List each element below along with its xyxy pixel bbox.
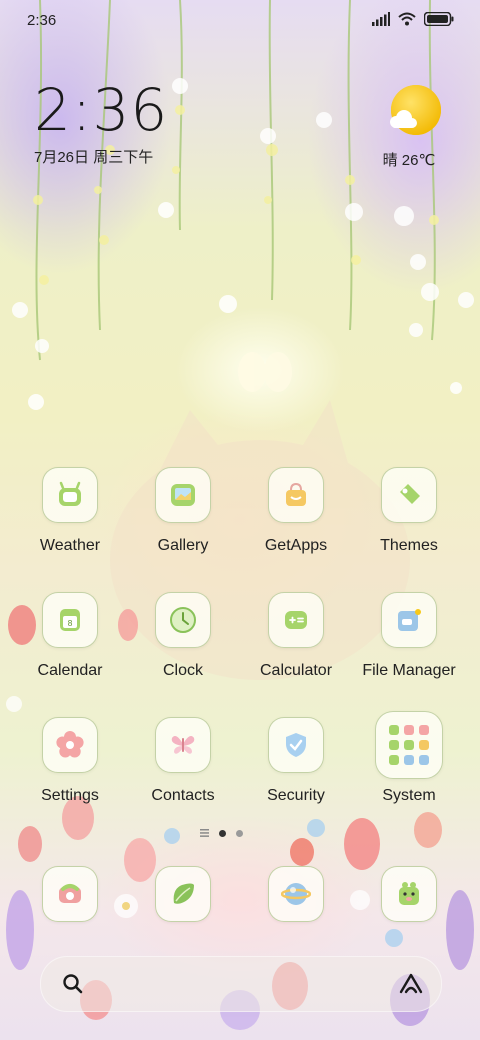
- app-label: Calculator: [259, 662, 333, 679]
- camera-icon: [399, 882, 419, 905]
- search-bar[interactable]: [40, 956, 442, 1012]
- app-label: File Manager: [362, 662, 456, 679]
- app-getapps[interactable]: GetApps: [240, 467, 352, 555]
- app-label: Calendar: [37, 662, 103, 679]
- settings-icon: [56, 731, 84, 758]
- app-weather[interactable]: Weather: [14, 467, 126, 555]
- weather-icon: [59, 481, 81, 506]
- app-label: Clock: [162, 662, 203, 679]
- clock-widget-date: 7月26日 周三下午: [34, 149, 154, 166]
- assistant-icon[interactable]: [397, 970, 425, 998]
- getapps-icon: [286, 482, 306, 506]
- app-label: Settings: [41, 787, 99, 804]
- clock-widget-time: 2:36: [34, 76, 169, 144]
- app-clock[interactable]: Clock: [127, 592, 239, 680]
- dock-camera[interactable]: [353, 866, 465, 922]
- app-file-manager[interactable]: File Manager: [353, 592, 465, 680]
- weather-text: 晴 26℃: [382, 152, 436, 169]
- app-themes[interactable]: Themes: [353, 467, 465, 555]
- app-label: GetApps: [264, 537, 328, 554]
- app-label: Contacts: [151, 787, 215, 804]
- search-icon[interactable]: [61, 972, 85, 996]
- calendar-day: 8: [67, 619, 72, 628]
- app-label: Security: [267, 787, 325, 804]
- calculator-icon: [285, 611, 307, 629]
- dock-browser[interactable]: [240, 866, 352, 922]
- system-folder-icon: [389, 725, 429, 765]
- page-indicator[interactable]: [200, 829, 243, 837]
- app-label: Themes: [380, 537, 438, 554]
- status-bar: 2:36: [0, 0, 480, 42]
- app-calculator[interactable]: Calculator: [240, 592, 352, 680]
- gallery-icon: [171, 484, 195, 506]
- app-label: Weather: [39, 537, 101, 554]
- messages-icon: [173, 883, 194, 904]
- battery-icon: [424, 12, 454, 26]
- browser-icon: [281, 883, 311, 905]
- clock-icon: [170, 607, 196, 633]
- status-time: 2:36: [27, 12, 57, 29]
- app-system-folder[interactable]: System: [353, 711, 465, 805]
- signal-icon: [372, 12, 390, 26]
- security-icon: [286, 733, 306, 757]
- all-pages-icon: [200, 829, 209, 837]
- dock-phone[interactable]: [14, 866, 126, 922]
- calendar-icon: 8: [60, 609, 80, 631]
- file-manager-icon: [398, 609, 421, 631]
- weather-widget[interactable]: 晴 26℃: [383, 84, 444, 170]
- phone-icon: [59, 884, 81, 903]
- app-security[interactable]: Security: [240, 717, 352, 805]
- dock-messages[interactable]: [127, 866, 239, 922]
- page-dot: [236, 829, 243, 837]
- themes-icon: [400, 484, 420, 504]
- page-dot-active: [219, 829, 226, 837]
- app-gallery[interactable]: Gallery: [127, 467, 239, 555]
- sun-with-cloud-icon: [390, 85, 441, 135]
- app-label: System: [382, 787, 436, 804]
- app-settings[interactable]: Settings: [14, 717, 126, 805]
- contacts-icon: [171, 736, 195, 754]
- app-calendar[interactable]: 8 Calendar: [14, 592, 126, 680]
- clock-widget[interactable]: 2:36 7月26日 周三下午: [34, 80, 168, 167]
- app-contacts[interactable]: Contacts: [127, 717, 239, 805]
- wifi-icon: [398, 12, 416, 26]
- app-label: Gallery: [157, 537, 209, 554]
